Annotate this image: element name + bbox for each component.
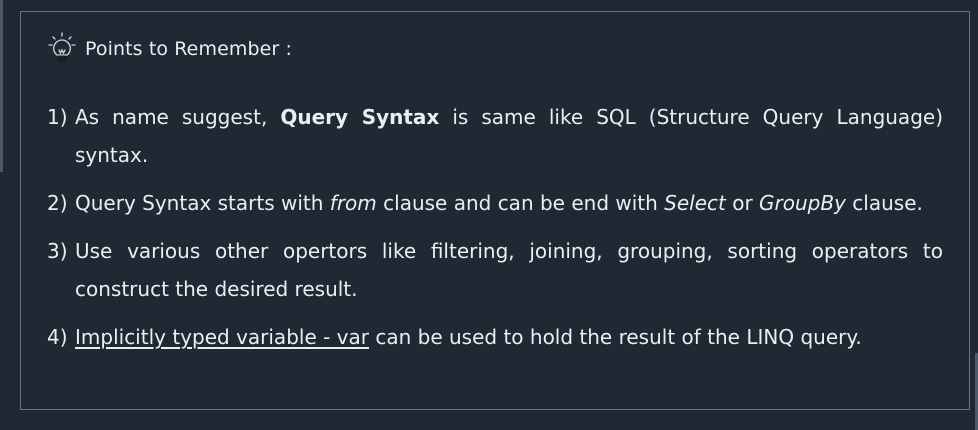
bold-term: Query Syntax bbox=[280, 105, 440, 129]
text: can be used to hold the result of the LI… bbox=[369, 325, 862, 349]
text: or bbox=[725, 191, 760, 215]
list-item-number: 3) bbox=[47, 239, 68, 263]
list-item-number: 4) bbox=[47, 325, 68, 349]
text: Use various other opertors like filterin… bbox=[75, 239, 943, 301]
text: clause and can be end with bbox=[376, 191, 665, 215]
text: As name suggest, bbox=[75, 105, 281, 129]
left-scrollbar[interactable] bbox=[0, 0, 3, 172]
italic-term: from bbox=[329, 191, 377, 215]
implicitly-typed-variable-link[interactable]: Implicitly typed variable - var bbox=[75, 325, 369, 349]
list-item: 1) As name suggest, Query Syntax is same … bbox=[47, 98, 943, 174]
list-item: 3) Use various other opertors like filter… bbox=[47, 232, 943, 308]
list-item: 4) Implicitly typed variable - var can be… bbox=[47, 318, 943, 356]
points-list: 1) As name suggest, Query Syntax is same … bbox=[47, 98, 943, 356]
text: Query Syntax starts with bbox=[75, 191, 330, 215]
text: clause. bbox=[845, 191, 923, 215]
italic-term: GroupBy bbox=[759, 191, 846, 215]
page: Points to Remember : 1) As name suggest, … bbox=[0, 0, 978, 430]
list-item-number: 1) bbox=[47, 105, 68, 129]
note-header: Points to Remember : bbox=[47, 32, 292, 66]
list-item-number: 2) bbox=[47, 191, 68, 215]
list-item: 2) Query Syntax starts with from clause a… bbox=[47, 184, 943, 222]
note-title: Points to Remember : bbox=[85, 38, 292, 60]
lightbulb-icon bbox=[47, 32, 77, 66]
italic-term: Select bbox=[664, 191, 726, 215]
points-to-remember-box: Points to Remember : 1) As name suggest, … bbox=[20, 11, 970, 410]
